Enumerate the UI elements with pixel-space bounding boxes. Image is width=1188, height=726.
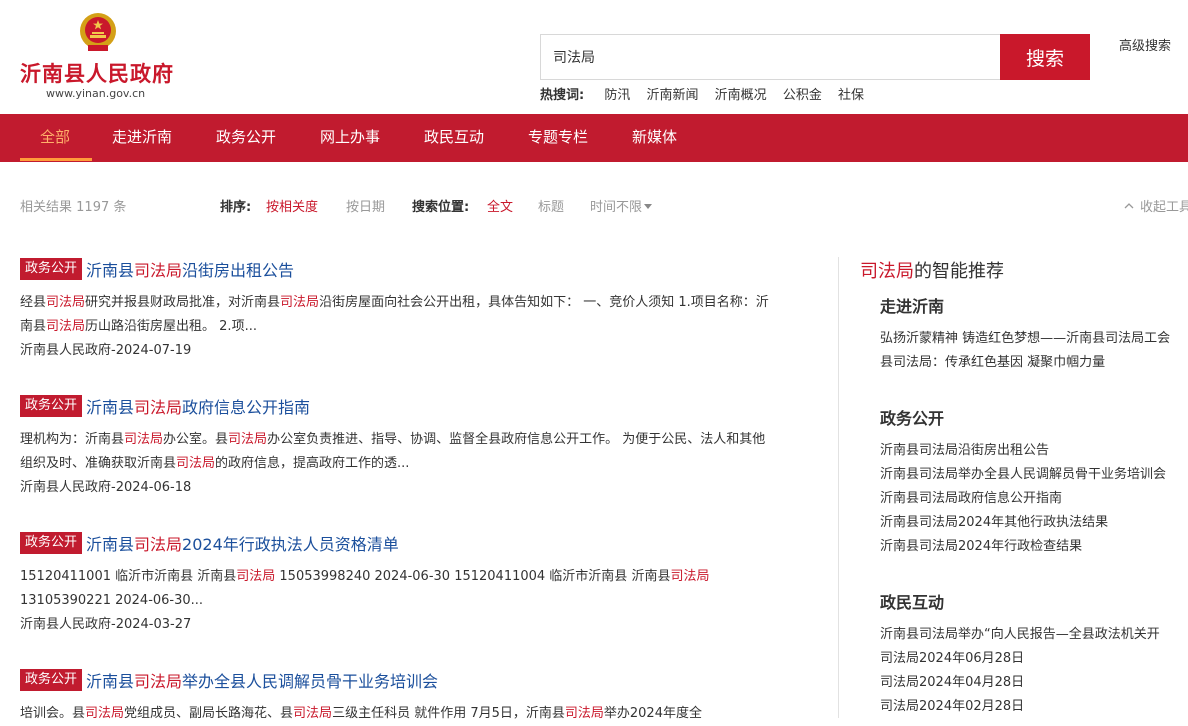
result-item: 政务公开 沂南县司法局举办全县人民调解员骨干业务培训会 培训会。县司法局党组成员、… bbox=[20, 668, 800, 726]
column-divider bbox=[838, 257, 839, 718]
rec-link[interactable]: 县司法局：传承红色基因 凝聚巾帼力量 bbox=[880, 351, 1105, 370]
title-keyword: 司法局 bbox=[134, 672, 183, 691]
rec-section-interaction: 政民互动 bbox=[880, 593, 945, 612]
summary-keyword: 司法局 bbox=[46, 319, 86, 334]
result-count-value: 1197 bbox=[76, 200, 110, 215]
site-name[interactable]: 沂南县人民政府 bbox=[20, 58, 174, 88]
result-title-link[interactable]: 沂南县司法局政府信息公开指南 bbox=[86, 398, 310, 417]
result-summary: 经县司法局研究并报县财政局批准，对沂南县司法局沿街房屋面向社会公开出租，具体告知… bbox=[20, 295, 769, 334]
result-title-link[interactable]: 沂南县司法局举办全县人民调解员骨干业务培训会 bbox=[86, 672, 438, 691]
title-part: 2024年行政执法人员资格清单 bbox=[182, 535, 399, 554]
title-keyword: 司法局 bbox=[134, 261, 183, 280]
summary-keyword: 司法局 bbox=[670, 569, 710, 584]
title-part: 沂南县 bbox=[86, 261, 135, 280]
title-part: 沂南县 bbox=[86, 398, 135, 417]
time-filter-label: 时间不限 bbox=[590, 200, 643, 215]
result-meta: 沂南县人民政府-2024-06-18 bbox=[20, 480, 192, 495]
result-item: 政务公开 沂南县司法局2024年行政执法人员资格清单 15120411001 临沂… bbox=[20, 531, 800, 637]
result-count-prefix: 相关结果 bbox=[20, 200, 73, 215]
summary-keyword: 司法局 bbox=[236, 569, 276, 584]
result-title-link[interactable]: 沂南县司法局沿街房出租公告 bbox=[86, 261, 294, 280]
sort-by-date[interactable]: 按日期 bbox=[346, 196, 385, 215]
sort-by-relevance[interactable]: 按相关度 bbox=[266, 196, 318, 215]
collapse-tools[interactable]: 收起工具 bbox=[1124, 196, 1188, 215]
category-badge: 政务公开 bbox=[20, 532, 83, 554]
summary-keyword: 司法局 bbox=[176, 456, 216, 471]
nav-active-indicator bbox=[20, 158, 92, 161]
nav-item-interaction[interactable]: 政民互动 bbox=[424, 114, 484, 162]
title-keyword: 司法局 bbox=[134, 535, 183, 554]
title-keyword: 司法局 bbox=[134, 398, 183, 417]
rec-section-gov-affairs: 政务公开 bbox=[880, 409, 945, 428]
rec-link[interactable]: 沂南县司法局举办全县人民调解员骨干业务培训会 bbox=[880, 463, 1166, 482]
site-url[interactable]: www.yinan.gov.cn bbox=[46, 87, 145, 100]
nav-item-gov-affairs[interactable]: 政务公开 bbox=[216, 114, 276, 162]
advanced-search-link[interactable]: 高级搜索 bbox=[1119, 35, 1171, 54]
national-emblem-icon bbox=[80, 13, 116, 51]
rec-link[interactable]: 沂南县司法局举办“向人民报告—全县政法机关开 bbox=[880, 623, 1160, 642]
search-button[interactable]: 搜索 bbox=[1000, 34, 1090, 80]
search-position-label: 搜索位置: bbox=[412, 200, 470, 215]
category-badge: 政务公开 bbox=[20, 395, 83, 417]
summary-keyword: 司法局 bbox=[85, 706, 125, 721]
result-title-link[interactable]: 沂南县司法局2024年行政执法人员资格清单 bbox=[86, 535, 399, 554]
result-summary: 15120411001 临沂市沂南县 沂南县司法局 15053998240 20… bbox=[20, 569, 710, 608]
summary-keyword: 司法局 bbox=[46, 295, 86, 310]
result-count-suffix: 条 bbox=[113, 200, 127, 215]
rec-link[interactable]: 司法局2024年04月28日 bbox=[880, 671, 1024, 690]
result-summary: 培训会。县司法局党组成员、副局长路海花、县司法局三级主任科员 就件作用 7月5日… bbox=[20, 706, 702, 721]
rec-keyword: 司法局 bbox=[860, 261, 914, 282]
summary-keyword: 司法局 bbox=[564, 706, 604, 721]
result-summary: 理机构为：沂南县司法局办公室。县司法局办公室负责推进、指导、协调、监督全县政府信… bbox=[20, 432, 766, 471]
category-badge: 政务公开 bbox=[20, 258, 83, 280]
rec-link[interactable]: 沂南县司法局政府信息公开指南 bbox=[880, 487, 1062, 506]
result-count: 相关结果 1197 条 bbox=[20, 196, 126, 215]
nav-item-topics[interactable]: 专题专栏 bbox=[528, 114, 588, 162]
summary-keyword: 司法局 bbox=[228, 432, 268, 447]
hot-word-flood[interactable]: 防汛 bbox=[604, 88, 630, 103]
result-meta: 沂南县人民政府-2024-07-19 bbox=[20, 343, 192, 358]
position-fulltext[interactable]: 全文 bbox=[487, 196, 513, 215]
hot-word-news[interactable]: 沂南新闻 bbox=[647, 88, 699, 103]
summary-keyword: 司法局 bbox=[293, 706, 333, 721]
result-item: 政务公开 沂南县司法局政府信息公开指南 理机构为：沂南县司法局办公室。县司法局办公… bbox=[20, 394, 800, 500]
title-part: 沿街房出租公告 bbox=[182, 261, 295, 280]
title-part: 举办全县人民调解员骨干业务培训会 bbox=[182, 672, 439, 691]
rec-link[interactable]: 沂南县司法局沿街房出租公告 bbox=[880, 439, 1049, 458]
hot-word-social-security[interactable]: 社保 bbox=[838, 88, 864, 103]
nav-item-online-services[interactable]: 网上办事 bbox=[320, 114, 380, 162]
hot-search-label: 热搜词: bbox=[540, 88, 585, 103]
rec-suffix: 的智能推荐 bbox=[914, 261, 1004, 282]
header: 沂南县人民政府 www.yinan.gov.cn 搜索 高级搜索 热搜词: 防汛… bbox=[0, 0, 1188, 114]
time-filter-dropdown[interactable]: 时间不限 bbox=[590, 196, 653, 215]
rec-section-enter-yinan: 走进沂南 bbox=[880, 297, 945, 316]
position-title[interactable]: 标题 bbox=[538, 196, 564, 215]
result-meta: 沂南县人民政府-2024-03-27 bbox=[20, 617, 192, 632]
hot-word-fund[interactable]: 公积金 bbox=[783, 88, 822, 103]
hot-word-overview[interactable]: 沂南概况 bbox=[715, 88, 767, 103]
rec-link[interactable]: 弘扬沂蒙精神 铸造红色梦想——沂南县司法局工会 bbox=[880, 327, 1170, 346]
main-nav: 全部 走进沂南 政务公开 网上办事 政民互动 专题专栏 新媒体 bbox=[0, 114, 1188, 162]
sort-label: 排序: bbox=[220, 200, 252, 215]
rec-link[interactable]: 司法局2024年06月28日 bbox=[880, 647, 1024, 666]
recommendation-title: 司法局的智能推荐 bbox=[860, 257, 1004, 283]
title-part: 沂南县 bbox=[86, 672, 135, 691]
collapse-tools-label: 收起工具 bbox=[1140, 200, 1188, 215]
nav-item-all[interactable]: 全部 bbox=[40, 114, 70, 162]
title-part: 沂南县 bbox=[86, 535, 135, 554]
summary-keyword: 司法局 bbox=[124, 432, 164, 447]
nav-item-enter-yinan[interactable]: 走进沂南 bbox=[112, 114, 172, 162]
title-part: 政府信息公开指南 bbox=[182, 398, 311, 417]
rec-link[interactable]: 沂南县司法局2024年行政检查结果 bbox=[880, 535, 1082, 554]
result-item: 政务公开 沂南县司法局沿街房出租公告 经县司法局研究并报县财政局批准，对沂南县司法… bbox=[20, 257, 800, 363]
rec-link[interactable]: 沂南县司法局2024年其他行政执法结果 bbox=[880, 511, 1108, 530]
rec-link[interactable]: 司法局2024年02月28日 bbox=[880, 695, 1024, 714]
category-badge: 政务公开 bbox=[20, 669, 83, 691]
chevron-up-icon bbox=[1124, 203, 1134, 209]
search-input[interactable] bbox=[540, 34, 1000, 80]
summary-keyword: 司法局 bbox=[280, 295, 320, 310]
nav-item-new-media[interactable]: 新媒体 bbox=[632, 114, 677, 162]
hot-search-bar: 热搜词: 防汛 沂南新闻 沂南概况 公积金 社保 bbox=[540, 84, 876, 103]
caret-down-icon bbox=[644, 204, 653, 209]
